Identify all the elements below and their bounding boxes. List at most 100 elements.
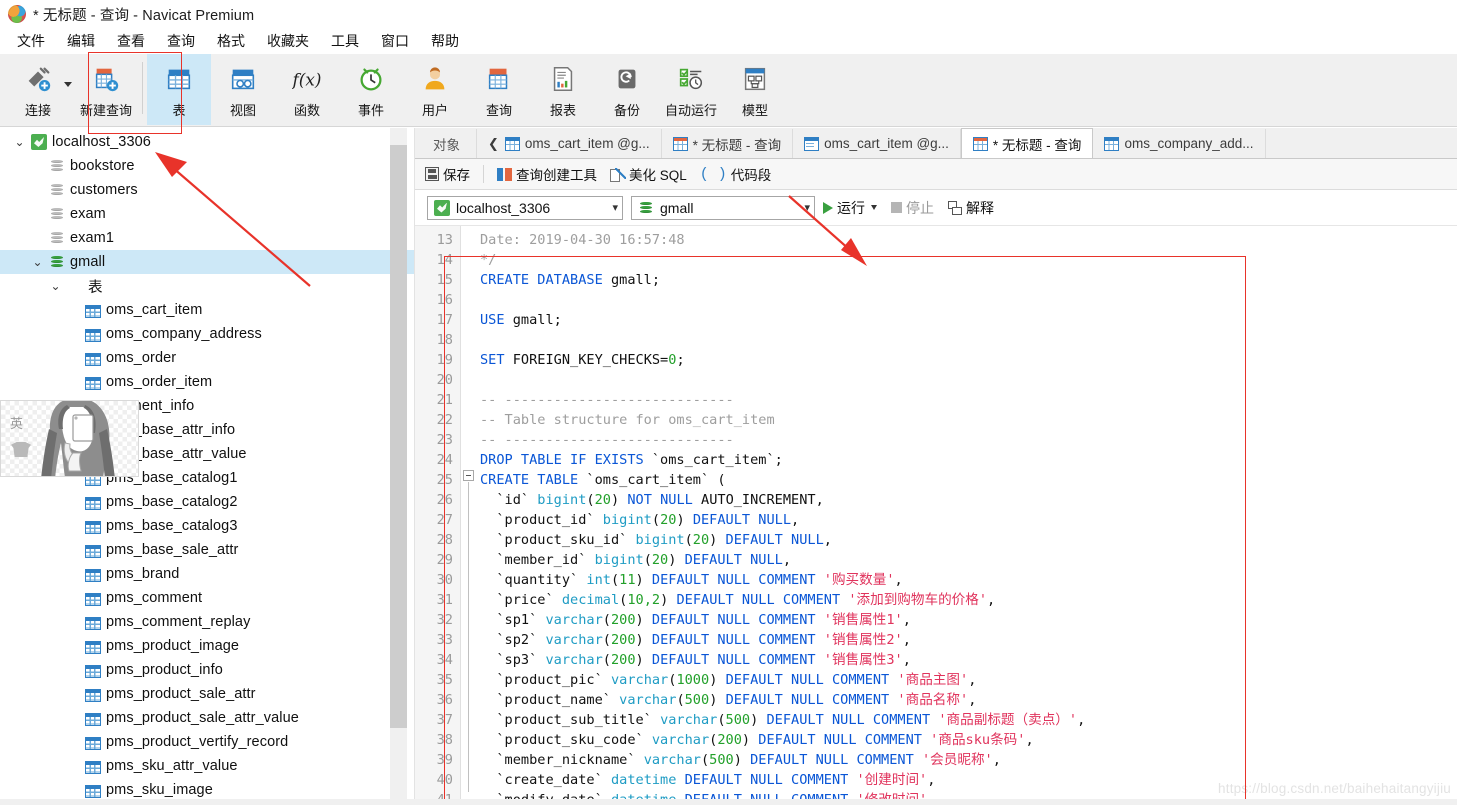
code-line[interactable]: `id` bigint(20) NOT NULL AUTO_INCREMENT,	[480, 490, 1457, 510]
code-line[interactable]: Date: 2019-04-30 16:57:48	[480, 230, 1457, 250]
code-line[interactable]: `member_nickname` varchar(500) DEFAULT N…	[480, 750, 1457, 770]
sidebar-scrollbar-thumb[interactable]	[390, 145, 407, 728]
menu-item-4[interactable]: 格式	[206, 29, 256, 53]
toolbar-button-3[interactable]: 视图	[211, 54, 275, 125]
tree-node-oms_cart_item[interactable]: oms_cart_item	[0, 298, 414, 322]
code-line[interactable]	[480, 290, 1457, 310]
code-line[interactable]: `quantity` int(11) DEFAULT NULL COMMENT …	[480, 570, 1457, 590]
tree-node-pms_base_sale_attr[interactable]: pms_base_sale_attr	[0, 538, 414, 562]
explain-button[interactable]: 解释	[948, 198, 994, 218]
tree-node-[interactable]: ⌄ 表	[0, 274, 414, 298]
toolbar-button-0[interactable]: 连接	[6, 54, 70, 125]
tree-node-exam[interactable]: exam	[0, 202, 414, 226]
connection-dropdown-caret-icon[interactable]	[64, 82, 72, 87]
menu-item-3[interactable]: 查询	[156, 29, 206, 53]
tree-node-pms_brand[interactable]: pms_brand	[0, 562, 414, 586]
code-line[interactable]: `sp3` varchar(200) DEFAULT NULL COMMENT …	[480, 650, 1457, 670]
code-line[interactable]: `member_id` bigint(20) DEFAULT NULL,	[480, 550, 1457, 570]
beautify-sql-button[interactable]: 美化 SQL	[610, 164, 687, 184]
tab-scroll-left-icon[interactable]: ❮	[488, 136, 499, 152]
tree-node-pms_comment_replay[interactable]: pms_comment_replay	[0, 610, 414, 634]
run-button[interactable]: 运行	[823, 198, 877, 218]
code-line[interactable]: */	[480, 250, 1457, 270]
sql-editor[interactable]: 13 14 15 16 17 18 19 20 21 22 23 24 25 26 27 28 29 30 31 32…	[415, 226, 1457, 805]
object-tree-sidebar[interactable]: ⌄ localhost_3306 bookstore customers exam exa…	[0, 128, 415, 805]
tree-node-bookstore[interactable]: bookstore	[0, 154, 414, 178]
database-select[interactable]: gmall ▾	[631, 195, 815, 220]
tree-node-pms_base_catalog2[interactable]: pms_base_catalog2	[0, 490, 414, 514]
chevron-down-icon[interactable]: ⌄	[49, 280, 62, 292]
connection-select[interactable]: localhost_3306 ▾	[427, 195, 623, 220]
tree-node-gmall[interactable]: ⌄ gmall	[0, 250, 414, 274]
menu-item-7[interactable]: 窗口	[370, 29, 420, 53]
toolbar-button-6[interactable]: 用户	[403, 54, 467, 125]
save-button[interactable]: 保存	[425, 164, 470, 184]
chevron-down-icon[interactable]: ⌄	[31, 256, 44, 268]
tab-3[interactable]: oms_cart_item @g...	[793, 129, 961, 158]
chevron-down-icon[interactable]: ⌄	[13, 136, 26, 148]
code-line[interactable]: DROP TABLE IF EXISTS `oms_cart_item`;	[480, 450, 1457, 470]
code-line[interactable]: `product_sku_id` bigint(20) DEFAULT NULL…	[480, 530, 1457, 550]
menu-item-0[interactable]: 文件	[6, 29, 56, 53]
toolbar-button-11[interactable]: 模型	[723, 54, 787, 125]
menu-item-8[interactable]: 帮助	[420, 29, 470, 53]
query-builder-button[interactable]: 查询创建工具	[497, 164, 597, 184]
code-fold-column[interactable]	[461, 226, 477, 805]
ime-floating-panel[interactable]: 英 简	[0, 400, 139, 477]
code-line[interactable]: `product_id` bigint(20) DEFAULT NULL,	[480, 510, 1457, 530]
tree-node-localhost_3306[interactable]: ⌄ localhost_3306	[0, 130, 414, 154]
code-line[interactable]: `product_pic` varchar(1000) DEFAULT NULL…	[480, 670, 1457, 690]
code-snippet-button[interactable]: ( ) 代码段	[700, 164, 772, 184]
menu-item-5[interactable]: 收藏夹	[256, 29, 320, 53]
run-dropdown-caret-icon[interactable]	[871, 205, 877, 210]
toolbar-button-9[interactable]: 备份	[595, 54, 659, 125]
code-line[interactable]: -- ----------------------------	[480, 430, 1457, 450]
toolbar-button-7[interactable]: 查询	[467, 54, 531, 125]
tree-node-pms_product_vertify_record[interactable]: pms_product_vertify_record	[0, 730, 414, 754]
menu-item-6[interactable]: 工具	[320, 29, 370, 53]
toolbar-button-2[interactable]: 表	[147, 54, 211, 125]
toolbar-button-4[interactable]: f(x) 函数	[275, 54, 339, 125]
tree-node-exam1[interactable]: exam1	[0, 226, 414, 250]
code-line[interactable]: `product_name` varchar(500) DEFAULT NULL…	[480, 690, 1457, 710]
tree-node-oms_order_item[interactable]: oms_order_item	[0, 370, 414, 394]
stop-button[interactable]: 停止	[891, 198, 934, 218]
query-toolbar[interactable]: 保存 查询创建工具 美化 SQL ( ) 代码段	[415, 159, 1457, 190]
code-line[interactable]: `product_sub_title` varchar(500) DEFAULT…	[480, 710, 1457, 730]
fold-toggle-icon[interactable]	[463, 470, 474, 481]
tree-node-pms_product_image[interactable]: pms_product_image	[0, 634, 414, 658]
tree-node-oms_company_address[interactable]: oms_company_address	[0, 322, 414, 346]
tree-node-customers[interactable]: customers	[0, 178, 414, 202]
tab-4[interactable]: * 无标题 - 查询	[960, 128, 1094, 158]
code-line[interactable]: `product_sku_code` varchar(200) DEFAULT …	[480, 730, 1457, 750]
code-line[interactable]: SET FOREIGN_KEY_CHECKS=0;	[480, 350, 1457, 370]
tree-node-pms_base_catalog3[interactable]: pms_base_catalog3	[0, 514, 414, 538]
toolbar-button-8[interactable]: 报表	[531, 54, 595, 125]
toolbar-button-5[interactable]: 事件	[339, 54, 403, 125]
tab-1[interactable]: ❮ oms_cart_item @g...	[477, 129, 662, 158]
tab-bar[interactable]: 对象 ❮ oms_cart_item @g... * 无标题 - 查询 oms_cart…	[415, 128, 1457, 159]
code-content[interactable]: Date: 2019-04-30 16:57:48 */ CREATE DATABA…	[477, 226, 1457, 805]
menu-item-2[interactable]: 查看	[106, 29, 156, 53]
tree-node-pms_product_info[interactable]: pms_product_info	[0, 658, 414, 682]
tree-node-pms_product_sale_attr[interactable]: pms_product_sale_attr	[0, 682, 414, 706]
menu-item-1[interactable]: 编辑	[56, 29, 106, 53]
code-line[interactable]: CREATE TABLE `oms_cart_item` (	[480, 470, 1457, 490]
toolbar-button-10[interactable]: 自动运行	[659, 54, 723, 125]
code-line[interactable]: -- Table structure for oms_cart_item	[480, 410, 1457, 430]
code-line[interactable]	[480, 330, 1457, 350]
code-line[interactable]: `price` decimal(10,2) DEFAULT NULL COMME…	[480, 590, 1457, 610]
tab-0[interactable]: 对象	[417, 129, 477, 158]
tab-2[interactable]: * 无标题 - 查询	[661, 129, 794, 158]
code-line[interactable]: USE gmall;	[480, 310, 1457, 330]
tree-node-pms_comment[interactable]: pms_comment	[0, 586, 414, 610]
toolbar-button-1[interactable]: 新建查询	[74, 54, 138, 125]
tab-5[interactable]: oms_company_add...	[1093, 129, 1266, 158]
tree-node-pms_sku_attr_value[interactable]: pms_sku_attr_value	[0, 754, 414, 778]
chevron-down-icon[interactable]: ▾	[798, 201, 810, 214]
code-line[interactable]: `sp1` varchar(200) DEFAULT NULL COMMENT …	[480, 610, 1457, 630]
tree-node-pms_product_sale_attr_value[interactable]: pms_product_sale_attr_value	[0, 706, 414, 730]
code-line[interactable]: CREATE DATABASE gmall;	[480, 270, 1457, 290]
code-line[interactable]: -- ----------------------------	[480, 390, 1457, 410]
code-line[interactable]	[480, 370, 1457, 390]
